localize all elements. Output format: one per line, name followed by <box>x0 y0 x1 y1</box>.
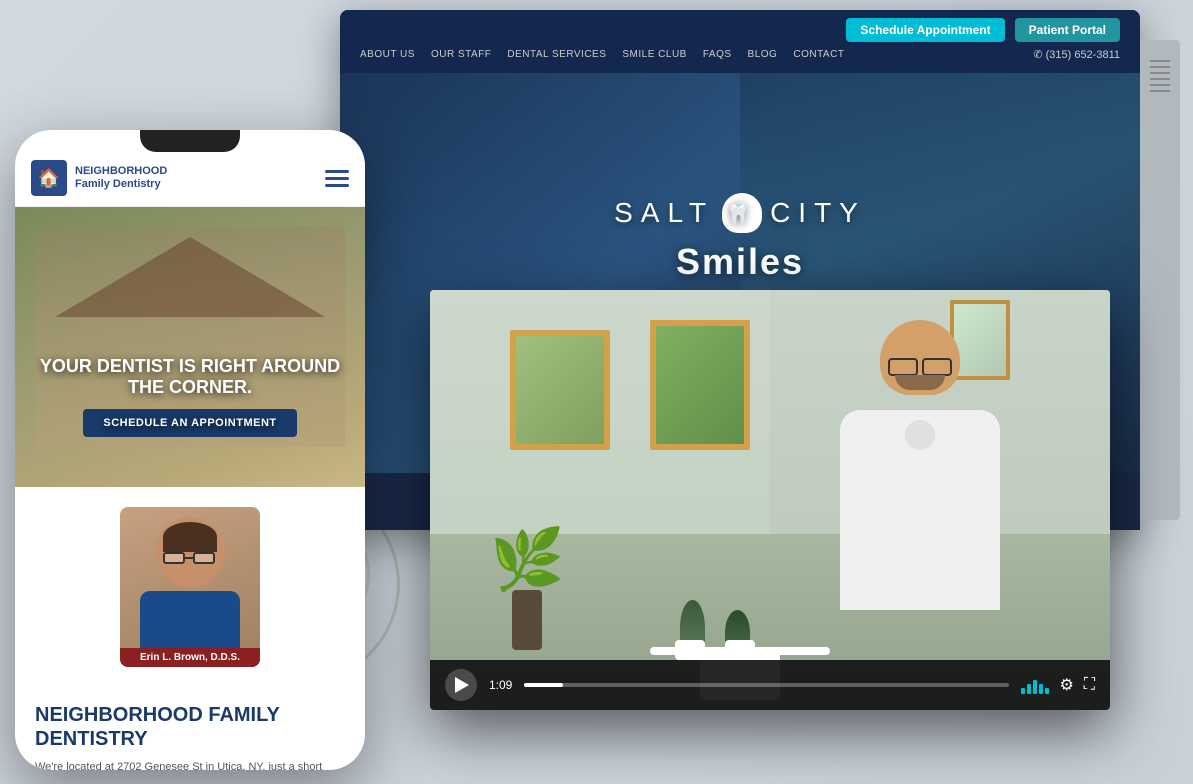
video-table-top <box>650 647 830 655</box>
hero-text-overlay: SALT CITY Smiles <box>590 193 890 283</box>
phone-hero-title: YOUR DENTIST IS RIGHT AROUND THE CORNER. <box>15 356 365 399</box>
nav-blog[interactable]: BLOG <box>748 49 778 60</box>
border-line-5 <box>1150 84 1170 86</box>
logo-name-line2: Family Dentistry <box>75 178 167 191</box>
border-line-3 <box>1150 72 1170 74</box>
phone-logo: 🏠 NEIGHBORHOOD Family Dentistry <box>31 160 167 196</box>
phone-notch <box>140 130 240 152</box>
tooth-logo-icon <box>722 193 762 233</box>
hamburger-menu-icon[interactable] <box>325 170 349 187</box>
phone-logo-text: NEIGHBORHOOD Family Dentistry <box>75 165 167 191</box>
video-controls-bar: 1:09 ⚙ ⛶ <box>430 660 1110 710</box>
practice-name: NEIGHBORHOOD FAMILY DENTISTRY <box>35 703 345 751</box>
nav-smile-club[interactable]: SMILE CLUB <box>622 49 686 60</box>
man-beard <box>895 375 945 390</box>
phone-number: ✆ (315) 652-3811 <box>1033 48 1120 61</box>
wall-frame-right <box>650 320 750 450</box>
border-line-2 <box>1150 66 1170 68</box>
play-button[interactable] <box>445 669 477 701</box>
desktop-nav: ABOUT US OUR STAFF DENTAL SERVICES SMILE… <box>360 48 1120 65</box>
phone-mockup: 🏠 NEIGHBORHOOD Family Dentistry YOUR DEN… <box>15 130 365 770</box>
menu-line-1 <box>325 170 349 173</box>
vol-bar-5 <box>1045 688 1049 694</box>
video-timestamp: 1:09 <box>489 678 512 692</box>
settings-icon[interactable]: ⚙ <box>1059 675 1073 695</box>
salt-city-title: SALT CITY <box>590 193 890 233</box>
doctor-glasses <box>163 552 217 564</box>
phone-doctor-section: Erin L. Brown, D.D.S. <box>15 487 365 687</box>
desktop-header: Schedule Appointment Patient Portal ABOU… <box>340 10 1140 73</box>
wall-frame-left <box>510 330 610 450</box>
doctor-photo: Erin L. Brown, D.D.S. <box>120 507 260 667</box>
border-line-6 <box>1150 90 1170 92</box>
phone-schedule-button[interactable]: SCHEDULE AN APPOINTMENT <box>83 409 296 437</box>
salt-text: SALT <box>614 197 714 229</box>
menu-line-3 <box>325 184 349 187</box>
vol-bar-3 <box>1033 680 1037 694</box>
desktop-header-top: Schedule Appointment Patient Portal <box>360 18 1120 48</box>
logo-name-line1: NEIGHBORHOOD <box>75 165 167 178</box>
phone-hero-text: YOUR DENTIST IS RIGHT AROUND THE CORNER.… <box>15 356 365 437</box>
nav-dental-services[interactable]: DENTAL SERVICES <box>507 49 606 60</box>
city-text: CITY <box>770 197 866 229</box>
nav-about-us[interactable]: ABOUT US <box>360 49 415 60</box>
patient-portal-button[interactable]: Patient Portal <box>1015 18 1120 42</box>
video-progress-bar[interactable] <box>524 683 1009 687</box>
phone-hero-image: YOUR DENTIST IS RIGHT AROUND THE CORNER.… <box>15 207 365 487</box>
vol-bar-2 <box>1027 684 1031 694</box>
nav-faqs[interactable]: FAQS <box>703 49 732 60</box>
practice-address: We're located at 2702 Genesee St in Utic… <box>35 759 345 770</box>
smiles-subtitle: Smiles <box>590 241 890 283</box>
man-head <box>875 320 965 410</box>
play-icon <box>455 677 469 693</box>
menu-line-2 <box>325 177 349 180</box>
border-line-1 <box>1150 60 1170 62</box>
video-progress-fill <box>524 683 563 687</box>
desktop-border-decoration <box>1140 40 1180 520</box>
nav-contact[interactable]: CONTACT <box>793 49 844 60</box>
nav-links: ABOUT US OUR STAFF DENTAL SERVICES SMILE… <box>360 49 844 60</box>
doctor-head <box>155 517 225 587</box>
video-controls-right: ⚙ ⛶ <box>1021 675 1095 695</box>
video-content: 🌿 <box>430 290 1110 710</box>
plant-decoration: 🌿 <box>490 530 565 650</box>
volume-icon[interactable] <box>1021 676 1049 694</box>
doctor-hair <box>163 522 217 552</box>
border-line-4 <box>1150 78 1170 80</box>
doctor-figure <box>140 517 240 661</box>
video-player: 🌿 <box>430 290 1110 710</box>
fullscreen-icon[interactable]: ⛶ <box>1084 676 1095 694</box>
man-face <box>880 320 960 395</box>
nav-our-staff[interactable]: OUR STAFF <box>431 49 491 60</box>
vol-bar-1 <box>1021 688 1025 694</box>
phone-screen: 🏠 NEIGHBORHOOD Family Dentistry YOUR DEN… <box>15 130 365 770</box>
vol-bar-4 <box>1039 684 1043 694</box>
phone-logo-icon: 🏠 <box>31 160 67 196</box>
video-man-figure <box>810 320 1030 660</box>
man-shirt <box>840 410 1000 610</box>
doctor-name-banner: Erin L. Brown, D.D.S. <box>120 648 260 667</box>
phone-practice-info: NEIGHBORHOOD FAMILY DENTISTRY We're loca… <box>15 687 365 770</box>
man-glasses <box>888 358 952 372</box>
schedule-appointment-button[interactable]: Schedule Appointment <box>846 18 1004 42</box>
